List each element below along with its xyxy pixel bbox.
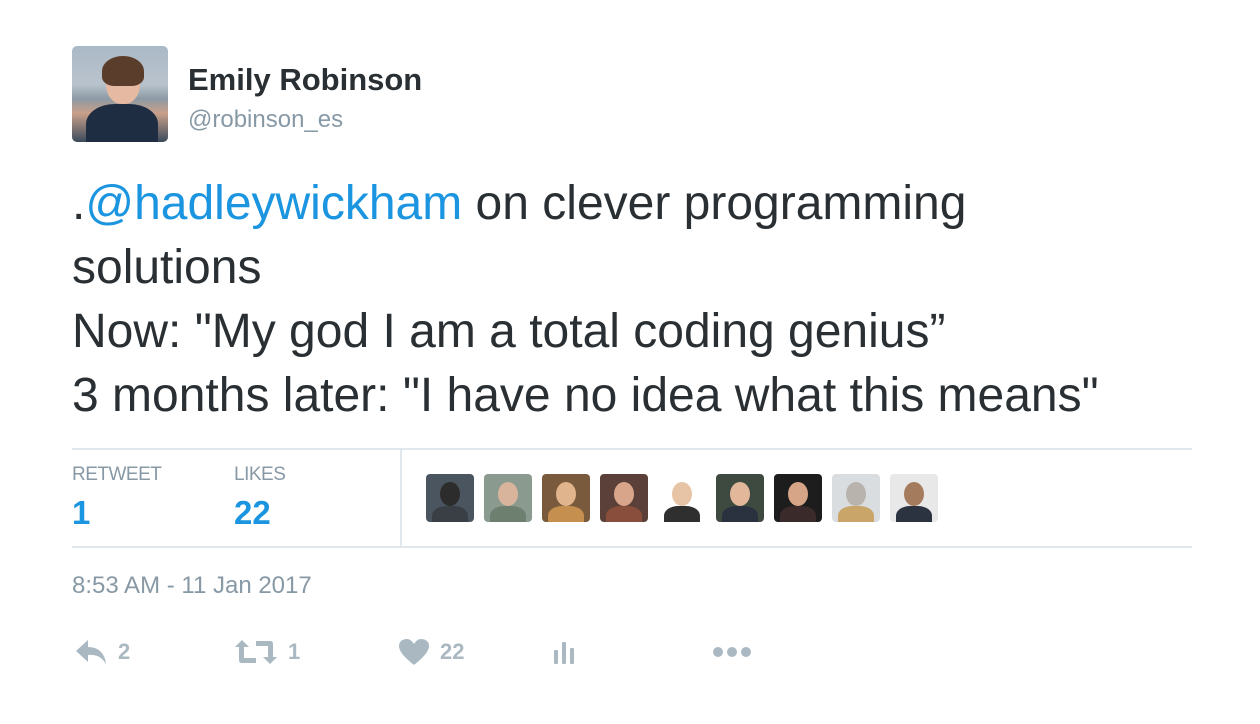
liker-avatar[interactable] [658, 474, 706, 522]
like-action-count: 22 [440, 639, 465, 664]
retweet-button[interactable]: 1 [234, 632, 300, 672]
tweet-line-1: .@hadleywickham on clever programming [72, 172, 1212, 236]
more-icon [713, 647, 751, 657]
tweet-timestamp[interactable]: 8:53 AM - 11 Jan 2017 [72, 572, 312, 600]
stats-divider [400, 450, 402, 546]
mention-link[interactable]: @hadleywickham [85, 177, 462, 230]
liker-avatar-head [672, 482, 692, 506]
reply-button[interactable]: 2 [74, 632, 130, 672]
avatar-hair [102, 56, 144, 86]
tweet-actions: 2 1 22 [72, 632, 792, 672]
tweet-prefix: . [72, 177, 86, 230]
retweet-stat-label: RETWEET [72, 464, 162, 485]
liker-avatar[interactable] [426, 474, 474, 522]
retweet-stat[interactable]: RETWEET 1 [72, 464, 162, 532]
liker-avatar-head [730, 482, 750, 506]
liker-avatar-body [664, 506, 700, 522]
retweet-stat-count: 1 [72, 494, 91, 531]
tweet-stats: RETWEET 1 LIKES 22 [72, 448, 1192, 548]
tweet-line-4: 3 months later: "I have no idea what thi… [72, 369, 1099, 422]
liker-avatar[interactable] [832, 474, 880, 522]
liker-avatar[interactable] [774, 474, 822, 522]
liker-avatar[interactable] [890, 474, 938, 522]
liker-avatar-body [548, 506, 584, 522]
likes-stat-count: 22 [234, 494, 271, 531]
reply-count: 2 [118, 639, 131, 664]
tweet-header: Emily Robinson @robinson_es [72, 46, 872, 142]
more-button[interactable] [712, 632, 752, 672]
liker-avatar-head [904, 482, 924, 506]
liker-avatar-body [606, 506, 642, 522]
liker-avatar-body [722, 506, 758, 522]
analytics-button[interactable] [552, 632, 580, 672]
heart-icon [399, 639, 429, 665]
likes-stat[interactable]: LIKES 22 [234, 464, 286, 532]
author-avatar[interactable] [72, 46, 168, 142]
liker-avatar[interactable] [542, 474, 590, 522]
liker-avatar-body [432, 506, 468, 522]
retweet-icon [235, 640, 277, 664]
liker-avatar-head [440, 482, 460, 506]
reply-icon [76, 640, 106, 664]
tweet-line-3: Now: "My god I am a total coding genius” [72, 305, 946, 358]
liker-avatar-head [556, 482, 576, 506]
likes-stat-label: LIKES [234, 464, 286, 485]
liker-avatar-head [614, 482, 634, 506]
liker-avatar[interactable] [716, 474, 764, 522]
liker-avatar-body [780, 506, 816, 522]
liker-avatar-body [896, 506, 932, 522]
liker-avatar-head [788, 482, 808, 506]
liker-avatar-body [490, 506, 526, 522]
liker-avatar-body [838, 506, 874, 522]
liker-avatar-head [498, 482, 518, 506]
liker-avatar[interactable] [484, 474, 532, 522]
analytics-icon [554, 642, 574, 664]
tweet-line-1-rest: on clever programming [462, 177, 967, 230]
author-name[interactable]: Emily Robinson [188, 62, 422, 98]
liker-avatar[interactable] [600, 474, 648, 522]
like-button[interactable]: 22 [398, 632, 464, 672]
liker-avatar-head [846, 482, 866, 506]
retweet-action-count: 1 [288, 639, 301, 664]
avatar-shoulders [86, 104, 158, 142]
author-handle[interactable]: @robinson_es [188, 106, 343, 134]
tweet-text: .@hadleywickham on clever programming so… [72, 172, 1212, 428]
tweet-line-2: solutions [72, 241, 262, 294]
